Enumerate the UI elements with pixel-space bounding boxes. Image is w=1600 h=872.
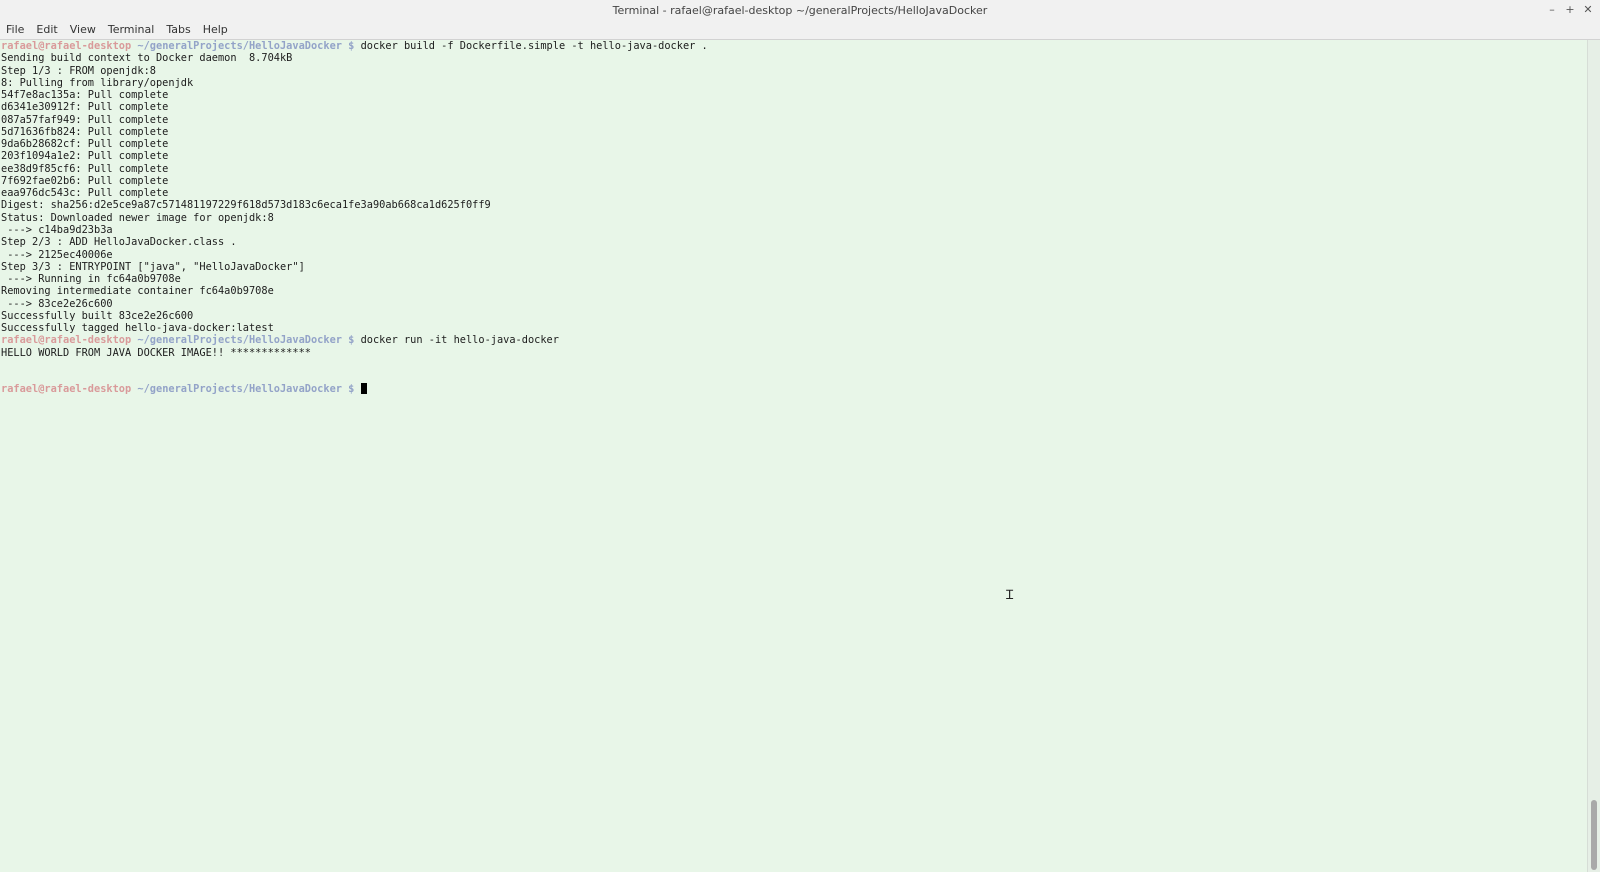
menu-bar: File Edit View Terminal Tabs Help — [0, 21, 1600, 40]
output-line: 5d71636fb824: Pull complete — [1, 125, 169, 138]
window-controls: – + ✕ — [1546, 3, 1594, 17]
output-line: 7f692fae02b6: Pull complete — [1, 174, 169, 187]
output-line: Status: Downloaded newer image for openj… — [1, 211, 274, 224]
output-line: Digest: sha256:d2e5ce9a87c571481197229f6… — [1, 199, 491, 212]
command-text: docker run -it hello-java-docker — [360, 334, 559, 347]
prompt-user: rafael@rafael-desktop — [1, 334, 132, 347]
command-text: docker build -f Dockerfile.simple -t hel… — [360, 40, 708, 52]
terminal-output[interactable]: rafael@rafael-desktop ~/generalProjects/… — [0, 40, 1586, 870]
prompt-user: rafael@rafael-desktop — [1, 383, 132, 396]
output-line: Step 2/3 : ADD HelloJavaDocker.class . — [1, 236, 237, 249]
prompt-path: ~/generalProjects/HelloJavaDocker — [137, 40, 342, 52]
scrollbar-thumb[interactable] — [1591, 800, 1597, 870]
minimize-icon[interactable]: – — [1546, 3, 1558, 17]
output-line: Successfully built 83ce2e26c600 — [1, 309, 194, 322]
output-line: 8: Pulling from library/openjdk — [1, 76, 194, 89]
menu-view[interactable]: View — [64, 21, 102, 39]
prompt-line: rafael@rafael-desktop ~/generalProjects/… — [0, 40, 1586, 52]
output-line: 9da6b28682cf: Pull complete — [1, 138, 169, 151]
output-line: eaa976dc543c: Pull complete — [1, 187, 169, 200]
menu-edit[interactable]: Edit — [30, 21, 63, 39]
output-line: 54f7e8ac135a: Pull complete — [1, 89, 169, 102]
output-line: 203f1094a1e2: Pull complete — [1, 150, 169, 163]
menu-file[interactable]: File — [0, 21, 30, 39]
output-line: ---> 2125ec40006e — [1, 248, 113, 261]
prompt-line: rafael@rafael-desktop ~/generalProjects/… — [0, 383, 1586, 395]
vertical-scrollbar[interactable] — [1587, 40, 1600, 872]
output-line: 087a57faf949: Pull complete — [1, 113, 169, 126]
prompt-path: ~/generalProjects/HelloJavaDocker — [137, 334, 342, 347]
prompt-line: rafael@rafael-desktop ~/generalProjects/… — [0, 334, 1586, 346]
output-line: Step 3/3 : ENTRYPOINT ["java", "HelloJav… — [1, 260, 305, 273]
prompt-symbol: $ — [348, 383, 355, 396]
output-line: ---> Running in fc64a0b9708e — [1, 273, 181, 286]
maximize-icon[interactable]: + — [1564, 3, 1576, 17]
title-bar: Terminal - rafael@rafael-desktop ~/gener… — [0, 0, 1600, 22]
output-line: d6341e30912f: Pull complete — [1, 101, 169, 114]
prompt-symbol: $ — [348, 40, 355, 52]
prompt-user: rafael@rafael-desktop — [1, 40, 132, 52]
output-line: Removing intermediate container fc64a0b9… — [1, 285, 274, 298]
output-line: Successfully tagged hello-java-docker:la… — [1, 322, 274, 335]
output-line: Step 1/3 : FROM openjdk:8 — [1, 64, 156, 77]
output-line: ---> 83ce2e26c600 — [1, 297, 113, 310]
output-line: ---> c14ba9d23b3a — [1, 223, 113, 236]
text-cursor-icon: Ɪ — [1006, 588, 1014, 603]
prompt-path: ~/generalProjects/HelloJavaDocker — [137, 383, 342, 396]
close-icon[interactable]: ✕ — [1582, 3, 1594, 17]
output-line: ee38d9f85cf6: Pull complete — [1, 162, 169, 175]
terminal-cursor — [360, 383, 367, 395]
menu-help[interactable]: Help — [197, 21, 234, 39]
window-title: Terminal - rafael@rafael-desktop ~/gener… — [612, 4, 988, 17]
output-line: Sending build context to Docker daemon 8… — [1, 52, 293, 65]
prompt-symbol: $ — [348, 334, 355, 347]
output-line: HELLO WORLD FROM JAVA DOCKER IMAGE!! ***… — [1, 346, 311, 359]
menu-terminal[interactable]: Terminal — [102, 21, 161, 39]
menu-tabs[interactable]: Tabs — [160, 21, 196, 39]
